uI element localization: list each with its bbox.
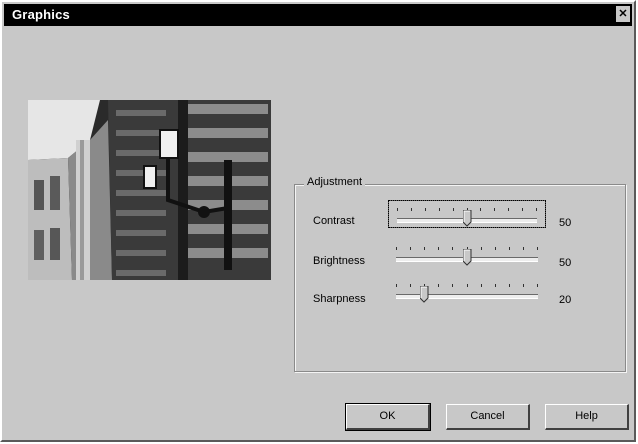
slider-thumb[interactable] [463,249,472,266]
slider-tick [453,208,454,211]
slider-tick [397,208,398,211]
slider-track [396,294,538,299]
slider-tick [396,247,397,250]
brightness-value: 50 [559,257,572,269]
slider-tick [438,247,439,250]
slider-tick [452,247,453,250]
slider-tick [508,208,509,211]
cancel-button[interactable]: Cancel [446,404,530,430]
image-preview [28,100,271,280]
slider-tick [481,247,482,250]
sharpness-label: Sharpness [313,293,366,305]
slider-tick [411,208,412,211]
slider-tick [537,284,538,287]
slider-tick [410,247,411,250]
brightness-label: Brightness [313,255,365,267]
slider-tick [537,247,538,250]
slider-tick [481,284,482,287]
slider-tick [396,284,397,287]
contrast-slider[interactable] [388,200,546,228]
sharpness-value: 20 [559,294,572,306]
contrast-value: 50 [559,217,572,229]
brightness-slider[interactable] [388,240,546,268]
window-title: Graphics [12,7,70,22]
slider-tick [509,284,510,287]
slider-ticks [396,284,538,288]
slider-tick [522,208,523,211]
sharpness-slider[interactable] [388,277,546,305]
adjustment-group-label: Adjustment [304,176,366,188]
close-icon[interactable]: ✕ [616,6,630,22]
contrast-label: Contrast [313,215,355,227]
slider-tick [495,247,496,250]
slider-tick [438,284,439,287]
slider-tick [523,284,524,287]
ok-button[interactable]: OK [345,403,431,431]
slider-tick [467,284,468,287]
slider-thumb[interactable] [463,210,472,227]
slider-tick [523,247,524,250]
building-lamp-photo [28,100,271,280]
slider-tick [452,284,453,287]
help-button[interactable]: Help [545,404,629,430]
slider-tick [425,208,426,211]
slider-tick [494,208,495,211]
slider-tick [495,284,496,287]
title-bar[interactable]: Graphics ✕ [4,4,632,26]
slider-tick [509,247,510,250]
slider-thumb[interactable] [420,286,429,303]
slider-tick [424,247,425,250]
slider-tick [410,284,411,287]
slider-tick [536,208,537,211]
slider-tick [480,208,481,211]
slider-tick [439,208,440,211]
